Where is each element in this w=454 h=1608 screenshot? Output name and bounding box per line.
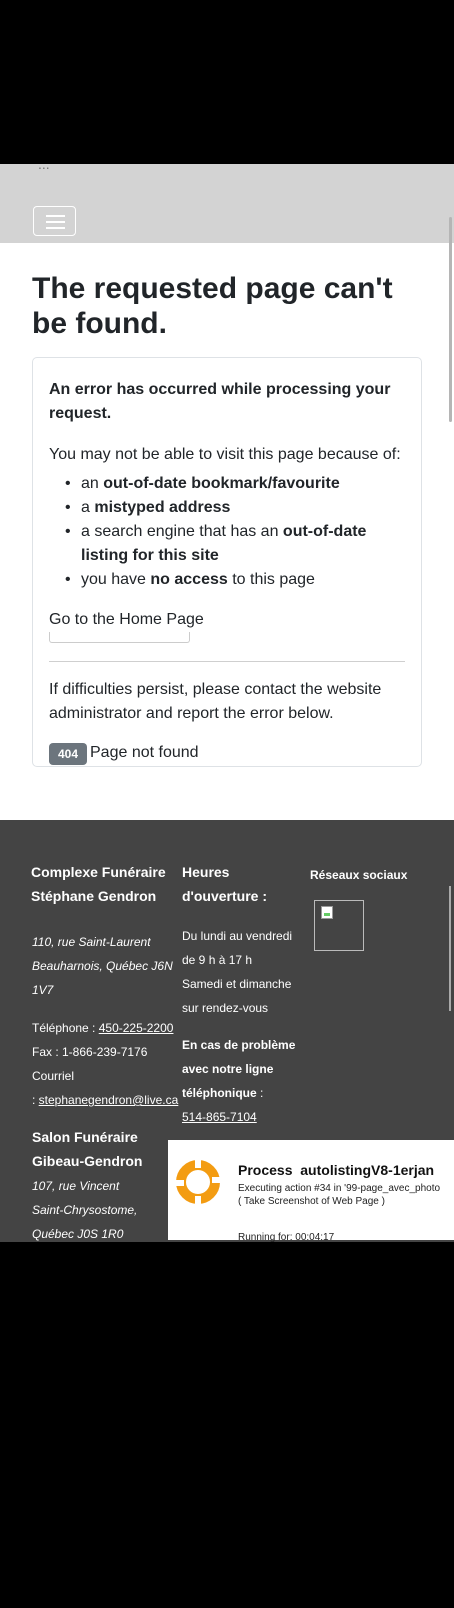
error-intro: You may not be able to visit this page b… [49,446,401,463]
phone-problem-text: En cas de problème avec notre ligne télé… [182,1038,296,1124]
process-running-time: Running for: 00:04:17 [238,1232,335,1243]
reasons-list: an out-of-date bookmark/favourite a mist… [49,472,409,592]
list-item: a search engine that has an out-of-date … [49,520,409,568]
social-link[interactable] [314,900,364,951]
social-title: Réseaux sociaux [310,868,408,882]
salon-address: 107, rue Vincent Saint-Chrysostome, Québ… [32,1179,138,1241]
phone-link[interactable]: 450-225-2200 [99,1021,174,1035]
home-button-edge[interactable] [49,632,190,643]
persist-message: If difficulties persist, please contact … [49,681,382,722]
company-name: Complexe Funéraire Stéphane Gendron [31,864,166,904]
footer-scrollbar[interactable] [449,886,451,1011]
list-item: an out-of-date bookmark/favourite [49,472,409,496]
hamburger-icon [46,215,65,217]
process-title: Process autolistingV8-1erjan [238,1162,435,1178]
error-lead: An error has occurred while processing y… [49,381,391,422]
fax-text: Fax : 1-866-239-7176 [32,1045,148,1059]
divider [49,661,405,662]
list-item: you have no access to this page [49,568,409,592]
page-scrollbar[interactable] [449,217,452,422]
header-cut-text: ... [38,164,50,172]
page-title: The requested page can't be found. [32,272,393,340]
status-text: Page not found [90,744,199,761]
home-page-link[interactable]: Go to the Home Page [49,608,204,632]
error-card: An error has occurred while processing y… [32,357,422,767]
email-link[interactable]: stephanegendron@live.ca [39,1093,179,1107]
process-action: Executing action #34 in '99-page_avec_ph… [238,1183,441,1207]
salon-name: Salon Funéraire Gibeau-Gendron [32,1129,143,1169]
hours-title: Heures d'ouverture : [182,864,268,904]
hours-text: Du lundi au vendredi de 9 h à 17 h Samed… [182,929,293,1015]
menu-toggle-button[interactable] [33,206,76,236]
broken-image-icon [321,906,333,919]
company-address: 110, rue Saint-Laurent Beauharnois, Québ… [32,935,173,997]
site-header: ... [0,164,454,243]
browser-viewport: ... The requested page can't be found. A… [0,164,454,1242]
status-badge: 404 [49,743,87,765]
list-item: a mistyped address [49,496,409,520]
company-contact: Téléphone : 450-225-2200 Fax : 1-866-239… [32,1021,179,1107]
support-phone-link[interactable]: 514-865-7104 [182,1110,257,1124]
process-notification: Process autolistingV8-1erjan Executing a… [168,1140,454,1243]
